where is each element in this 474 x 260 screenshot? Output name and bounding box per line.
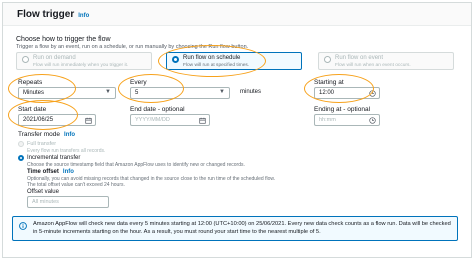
tile-title: Run flow on event	[335, 55, 384, 61]
end-date-input[interactable]: YYYY/MM/DD	[130, 114, 210, 126]
alert-message: Amazon AppFlow will check new data every…	[33, 221, 451, 235]
incremental-transfer-description: Choose the source timestamp field that A…	[27, 162, 245, 168]
start-date-value: 2021/06/25	[23, 117, 54, 123]
end-date-label: End date - optional	[130, 106, 185, 113]
panel-title: Flow trigger Info	[17, 9, 89, 20]
tile-description: Flow will run at specified times.	[183, 63, 250, 68]
end-date-placeholder: YYYY/MM/DD	[135, 117, 170, 123]
panel-header: Flow trigger Info	[3, 3, 471, 26]
time-offset-label: Time offset Info	[27, 169, 74, 175]
transfer-mode-label: Transfer mode Info	[18, 131, 75, 138]
time-offset-limit-note: The total offset value can't exceed 24 h…	[27, 182, 125, 188]
starting-at-value: 12:00	[319, 90, 335, 96]
full-transfer-label: Full transfer	[27, 141, 57, 147]
panel-title-text: Flow trigger	[17, 9, 75, 20]
every-value: 5	[135, 90, 139, 96]
tile-title: Run flow on schedule	[183, 55, 241, 61]
tile-run-flow-on-event[interactable]: Run flow on event Flow will run when an …	[318, 52, 454, 70]
full-transfer-radio[interactable]	[18, 141, 24, 147]
info-circle-icon	[19, 222, 27, 230]
clock-icon	[369, 117, 376, 124]
tile-description: Flow will run when an event occurs.	[335, 63, 411, 68]
radio-button[interactable]	[172, 56, 179, 63]
ending-at-label: Ending at - optional	[314, 106, 371, 113]
radio-button[interactable]	[22, 56, 29, 63]
caret-down-icon: ▼	[105, 89, 111, 95]
starting-at-input[interactable]: 12:00	[314, 87, 380, 99]
tile-run-on-demand[interactable]: Run on demand Flow will run immediately …	[16, 52, 152, 70]
info-link[interactable]: Info	[78, 13, 89, 19]
start-date-label: Start date	[18, 106, 47, 113]
transfer-mode-text: Transfer mode	[18, 131, 61, 138]
time-offset-text: Time offset	[27, 169, 59, 175]
incremental-transfer-radio[interactable]	[18, 155, 24, 161]
tile-title: Run on demand	[33, 55, 76, 61]
full-transfer-description: Every flow run transfers all records.	[27, 148, 106, 154]
minutes-unit-text: minutes	[240, 89, 262, 95]
radio-button[interactable]	[324, 56, 331, 63]
ending-at-placeholder: hh:mm	[319, 117, 336, 123]
repeats-value: Minutes	[23, 90, 45, 96]
start-date-input[interactable]: 2021/06/25	[18, 114, 96, 126]
info-link[interactable]: Info	[63, 169, 74, 175]
every-select[interactable]: 5 ▼	[130, 87, 230, 99]
schedule-info-alert: Amazon AppFlow will check new data every…	[12, 216, 458, 241]
incremental-transfer-label: Incremental transfer	[27, 155, 81, 161]
tile-description: Flow will run immediately when you trigg…	[33, 63, 129, 68]
repeats-label: Repeats	[18, 79, 43, 86]
offset-value-placeholder: All minutes	[32, 199, 59, 205]
info-link[interactable]: Info	[64, 132, 75, 138]
clock-icon	[369, 90, 376, 97]
trigger-section-description: Trigger a flow by an event, run on a sch…	[16, 44, 249, 50]
calendar-icon	[199, 117, 206, 124]
tile-run-flow-on-schedule[interactable]: Run flow on schedule Flow will run at sp…	[166, 52, 302, 70]
ending-at-input[interactable]: hh:mm	[314, 114, 380, 126]
calendar-icon	[85, 117, 92, 124]
repeats-select[interactable]: Minutes ▼	[18, 87, 116, 99]
offset-value-label: Offset value	[27, 189, 59, 195]
starting-at-label: Starting at	[314, 79, 344, 86]
every-label: Every	[130, 79, 147, 86]
offset-value-input[interactable]: All minutes	[27, 196, 109, 208]
caret-down-icon: ▼	[219, 89, 225, 95]
trigger-section-label: Choose how to trigger the flow	[16, 36, 111, 43]
